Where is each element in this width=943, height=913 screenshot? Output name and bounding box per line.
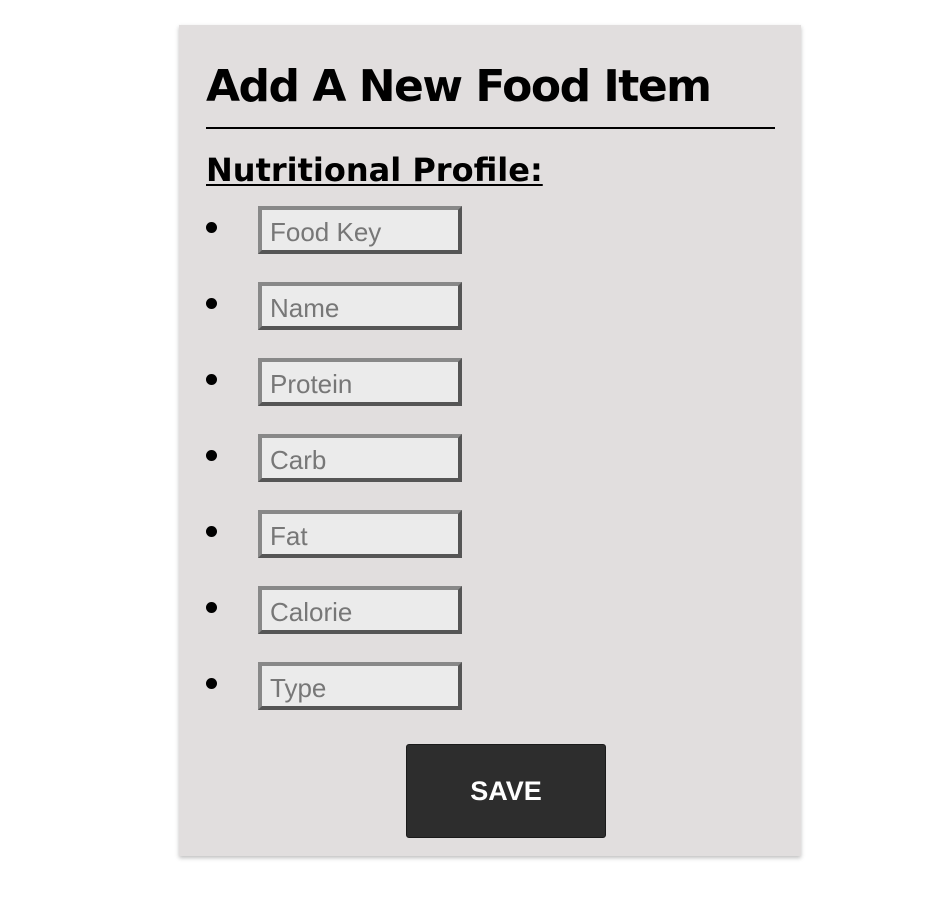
title-divider <box>206 127 775 129</box>
list-item <box>206 586 775 634</box>
list-item <box>206 662 775 710</box>
bullet-icon <box>206 374 217 385</box>
food-key-input[interactable] <box>258 206 462 254</box>
calorie-input[interactable] <box>258 586 462 634</box>
list-item <box>206 358 775 406</box>
carb-input[interactable] <box>258 434 462 482</box>
page-title: Add A New Food Item <box>206 61 712 112</box>
type-input[interactable] <box>258 662 462 710</box>
bullet-icon <box>206 602 217 613</box>
name-input[interactable] <box>258 282 462 330</box>
fat-input[interactable] <box>258 510 462 558</box>
list-item <box>206 434 775 482</box>
add-food-card: Add A New Food Item Nutritional Profile: <box>179 25 801 856</box>
save-button[interactable]: SAVE <box>406 744 606 838</box>
bullet-icon <box>206 450 217 461</box>
bullet-icon <box>206 298 217 309</box>
list-item <box>206 510 775 558</box>
list-item <box>206 206 775 254</box>
bullet-icon <box>206 222 217 233</box>
bullet-icon <box>206 526 217 537</box>
list-item <box>206 282 775 330</box>
nutrition-field-list <box>206 206 775 710</box>
protein-input[interactable] <box>258 358 462 406</box>
bullet-icon <box>206 678 217 689</box>
section-heading-nutritional-profile: Nutritional Profile: <box>206 151 543 189</box>
